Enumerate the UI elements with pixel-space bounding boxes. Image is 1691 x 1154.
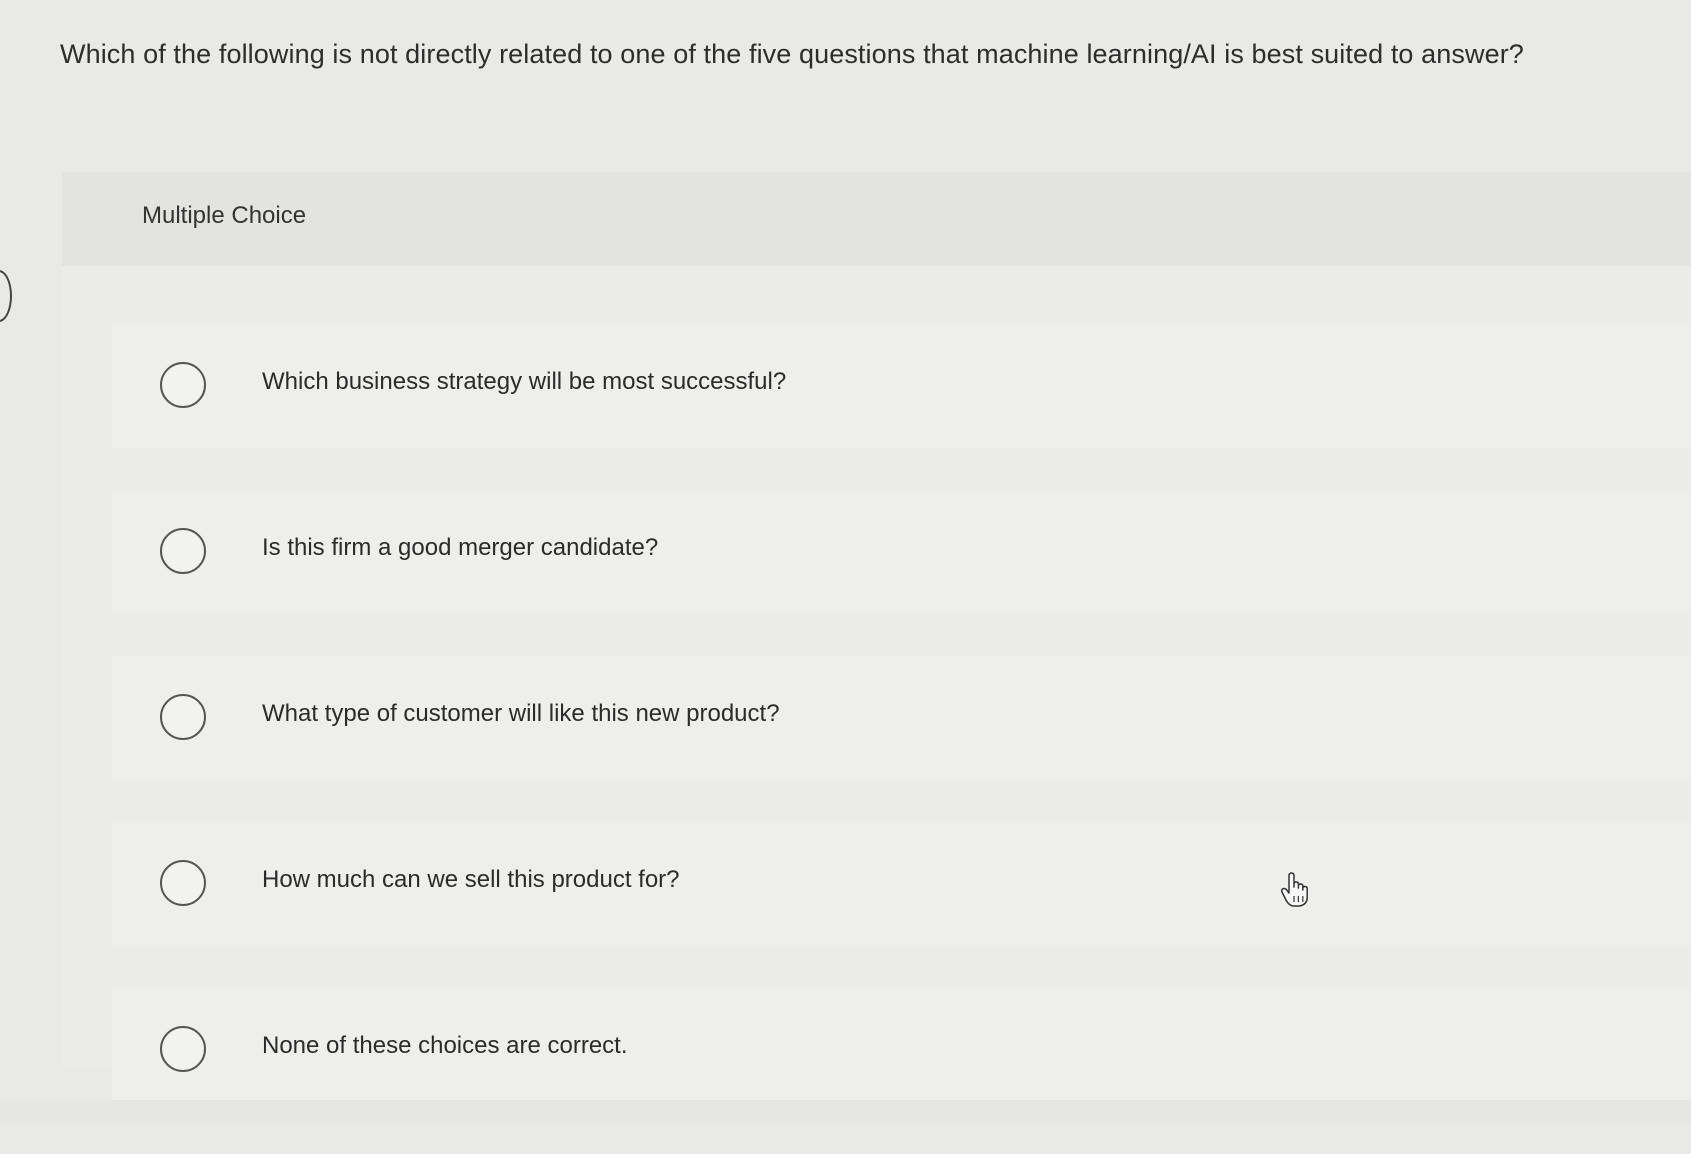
choice-option-4[interactable]: How much can we sell this product for?: [112, 822, 1691, 946]
choice-label: Which business strategy will be most suc…: [262, 368, 787, 395]
hand-pointer-icon: [1280, 872, 1308, 907]
choice-option-3[interactable]: What type of customer will like this new…: [112, 656, 1691, 780]
choice-option-2[interactable]: Is this firm a good merger candidate?: [112, 490, 1691, 614]
radio-empty-icon[interactable]: [160, 860, 206, 906]
radio-empty-icon[interactable]: [160, 528, 206, 574]
choice-list: Which business strategy will be most suc…: [112, 324, 1691, 1154]
choice-option-5[interactable]: None of these choices are correct.: [112, 988, 1691, 1112]
choice-label: What type of customer will like this new…: [262, 700, 780, 727]
page-footer-strip: [0, 1100, 1691, 1123]
radio-empty-icon[interactable]: [160, 694, 206, 740]
panel-header: Multiple Choice: [62, 172, 1691, 266]
question-text: Which of the following is not directly r…: [60, 39, 1524, 69]
choice-label: None of these choices are correct.: [262, 1032, 628, 1059]
choice-option-1[interactable]: Which business strategy will be most suc…: [112, 324, 1691, 448]
choice-label: Is this firm a good merger candidate?: [262, 534, 659, 561]
question-type-label: Multiple Choice: [142, 202, 307, 229]
radio-empty-icon[interactable]: [160, 1026, 206, 1072]
choice-label: How much can we sell this product for?: [262, 866, 680, 893]
scroll-handle-icon: [0, 270, 12, 322]
answer-panel: Multiple Choice Which business strategy …: [62, 172, 1691, 1112]
radio-empty-icon[interactable]: [160, 362, 206, 408]
